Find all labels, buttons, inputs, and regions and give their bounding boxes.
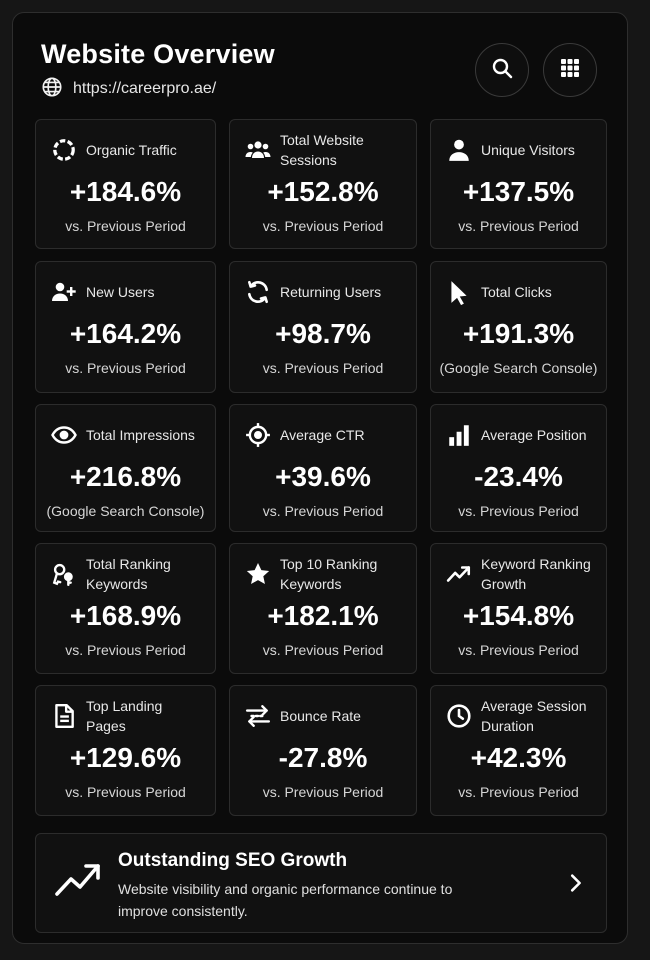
- site-url-row: https://careerpro.ae/: [41, 76, 216, 103]
- metric-caption: vs. Previous Period: [65, 784, 186, 800]
- metric-value: +182.1%: [267, 600, 379, 631]
- metric-value: +164.2%: [69, 318, 182, 349]
- document-icon: [50, 702, 78, 730]
- user-icon: [445, 136, 473, 164]
- metric-caption: vs. Previous Period: [458, 218, 579, 234]
- metric-label: Average Session Duration: [481, 698, 587, 734]
- metric-card-total-impressions[interactable]: Total Impressions +216.8% (Google Search…: [35, 404, 216, 532]
- metric-value: +129.6%: [69, 742, 182, 773]
- metric-label: Average CTR: [280, 427, 365, 443]
- metric-caption: vs. Previous Period: [65, 642, 186, 658]
- metric-value: +216.8%: [69, 461, 182, 492]
- metric-caption: vs. Previous Period: [262, 503, 384, 519]
- metric-caption: vs. Previous Period: [65, 218, 186, 234]
- apps-grid-icon: [558, 56, 582, 85]
- metric-card-top-landing-pages[interactable]: Top Landing Pages +129.6% vs. Previous P…: [35, 685, 216, 816]
- metric-card-keyword-ranking-growth[interactable]: Keyword Ranking Growth +154.8% vs. Previ…: [430, 543, 607, 674]
- metric-card-total-clicks[interactable]: Total Clicks +191.3% (Google Search Cons…: [430, 261, 607, 393]
- metric-value: +98.7%: [275, 318, 371, 349]
- bar-chart-icon: [445, 421, 473, 449]
- metric-label: Top Landing Pages: [86, 698, 163, 734]
- metric-caption: (Google Search Console): [439, 360, 598, 376]
- banner-description: Website visibility and organic performan…: [118, 881, 453, 919]
- clock-icon: [445, 702, 473, 730]
- metric-value: -27.8%: [278, 742, 368, 773]
- cursor-icon: [445, 278, 473, 306]
- metric-label: Unique Visitors: [481, 142, 575, 158]
- metric-card-returning-users[interactable]: Returning Users +98.7% vs. Previous Peri…: [229, 261, 417, 393]
- metric-card-average-position[interactable]: Average Position -23.4% vs. Previous Per…: [430, 404, 607, 532]
- target-icon: [244, 421, 272, 449]
- ring-icon: [50, 136, 78, 164]
- users-group-icon: [244, 136, 272, 164]
- metric-label: New Users: [86, 284, 155, 300]
- metric-value: +39.6%: [275, 461, 371, 492]
- metric-card-average-session-duration[interactable]: Average Session Duration +42.3% vs. Prev…: [430, 685, 607, 816]
- metric-value: +154.8%: [462, 600, 575, 631]
- metric-card-new-users[interactable]: New Users +164.2% vs. Previous Period: [35, 261, 216, 393]
- metric-label: Bounce Rate: [280, 708, 361, 724]
- site-url[interactable]: https://careerpro.ae/: [73, 80, 216, 98]
- user-plus-icon: [50, 278, 78, 306]
- metric-label: Top 10 Ranking Keywords: [280, 556, 378, 592]
- metric-caption: vs. Previous Period: [458, 503, 579, 519]
- metric-label: Keyword Ranking Growth: [481, 556, 591, 592]
- metric-caption: vs. Previous Period: [458, 784, 579, 800]
- metric-label: Organic Traffic: [86, 142, 177, 158]
- keys-icon: [50, 560, 78, 588]
- metric-label: Returning Users: [280, 284, 382, 300]
- metric-card-total-ranking-keywords[interactable]: Total Ranking Keywords +168.9% vs. Previ…: [35, 543, 216, 674]
- metric-label: Total Impressions: [86, 427, 195, 443]
- metric-value: +137.5%: [462, 176, 575, 207]
- metric-card-top-10-ranking-keywords[interactable]: Top 10 Ranking Keywords +182.1% vs. Prev…: [229, 543, 417, 674]
- metric-caption: vs. Previous Period: [262, 360, 384, 376]
- metric-caption: vs. Previous Period: [458, 642, 579, 658]
- apps-menu-button[interactable]: [543, 43, 597, 97]
- eye-icon: [50, 421, 78, 449]
- metric-label: Total Ranking Keywords: [86, 556, 171, 592]
- metric-card-total-sessions[interactable]: Total Website Sessions +152.8% vs. Previ…: [229, 119, 417, 249]
- metric-caption: vs. Previous Period: [262, 642, 384, 658]
- metric-value: +152.8%: [267, 176, 379, 207]
- page-title: Website Overview: [41, 39, 275, 69]
- metric-label: Average Position: [481, 427, 587, 443]
- star-icon: [244, 560, 272, 588]
- metric-label: Total Website Sessions: [280, 132, 364, 168]
- refresh-icon: [244, 278, 272, 306]
- metric-value: +168.9%: [69, 600, 182, 631]
- search-icon: [490, 56, 514, 85]
- seo-growth-banner[interactable]: Outstanding SEO Growth Website visibilit…: [35, 833, 607, 933]
- metric-caption: vs. Previous Period: [262, 218, 384, 234]
- bounce-arrows-icon: [244, 702, 272, 730]
- metric-card-average-ctr[interactable]: Average CTR +39.6% vs. Previous Period: [229, 404, 417, 532]
- metric-caption: vs. Previous Period: [262, 784, 384, 800]
- metric-card-organic-traffic[interactable]: Organic Traffic +184.6% vs. Previous Per…: [35, 119, 216, 249]
- metric-label: Total Clicks: [481, 284, 552, 300]
- globe-icon: [41, 76, 63, 103]
- metric-caption: vs. Previous Period: [65, 360, 186, 376]
- metric-value: +42.3%: [470, 742, 567, 773]
- metric-value: -23.4%: [474, 461, 563, 492]
- metric-caption: (Google Search Console): [46, 503, 205, 519]
- chevron-right-icon[interactable]: [564, 872, 586, 894]
- metric-card-unique-visitors[interactable]: Unique Visitors +137.5% vs. Previous Per…: [430, 119, 607, 249]
- search-button[interactable]: [475, 43, 529, 97]
- trending-up-icon: [445, 560, 473, 588]
- metric-card-bounce-rate[interactable]: Bounce Rate -27.8% vs. Previous Period: [229, 685, 417, 816]
- overview-panel: Website Overview https://careerpro.ae/ O…: [12, 12, 628, 944]
- trending-up-icon: [54, 858, 102, 898]
- metric-value: +191.3%: [462, 318, 575, 349]
- banner-title: Outstanding SEO Growth: [118, 850, 348, 871]
- metric-value: +184.6%: [69, 176, 182, 207]
